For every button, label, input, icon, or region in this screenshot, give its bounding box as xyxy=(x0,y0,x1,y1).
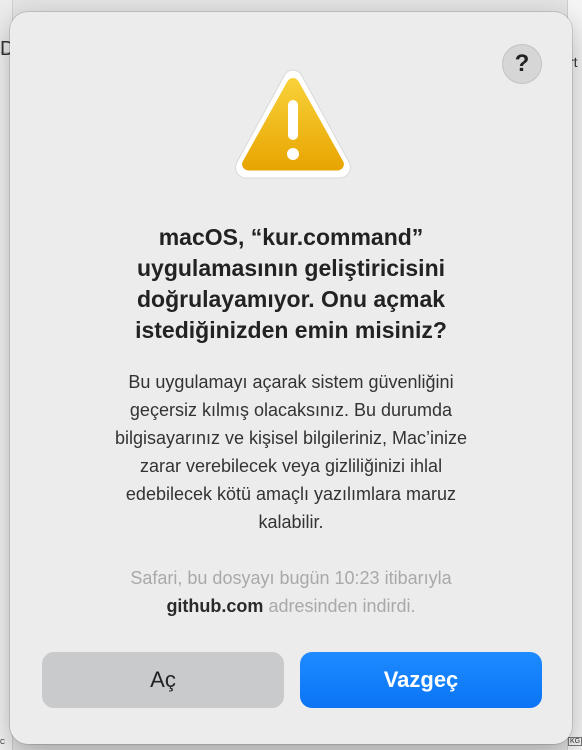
download-source-info: Safari, bu dosyayı bugün 10:23 itibarıyl… xyxy=(50,564,532,620)
dialog-message: Bu uygulamayı açarak sistem güvenliğini … xyxy=(50,368,532,536)
background-tag-right: KG xyxy=(568,737,582,746)
download-source-line: Safari, bu dosyayı bugün 10:23 itibarıyl… xyxy=(130,568,452,588)
warning-icon xyxy=(235,69,351,179)
dialog-message-line: kalabilir. xyxy=(258,512,324,532)
dialog-message-line: bilgisayarınız ve kişisel bilgileriniz, … xyxy=(114,428,468,448)
dialog-message-line: Bu uygulamayı açarak sistem güvenliğini xyxy=(128,372,454,392)
dialog-title-line: macOS, “kur.command” xyxy=(158,224,424,250)
dialog-title: macOS, “kur.command” uygulamasının geliş… xyxy=(50,222,532,346)
open-button[interactable]: Aç xyxy=(42,652,284,708)
dialog-message-line: zarar verebilecek veya gizliliğinizi ihl… xyxy=(139,456,443,476)
background-tag: C xyxy=(0,739,6,746)
download-domain: github.com xyxy=(166,596,264,616)
dialog-message-line: geçersiz kılmış olacaksınız. Bu durumda xyxy=(129,400,453,420)
download-source-line-2: github.com adresinden indirdi. xyxy=(50,592,532,620)
dialog-message-line: edebilecek kötü amaçlı yazılımlara maruz xyxy=(125,484,457,504)
dialog-title-line: uygulamasının geliştiricisini xyxy=(136,255,446,281)
download-source-suffix: adresinden indirdi. xyxy=(263,596,416,616)
cancel-button[interactable]: Vazgeç xyxy=(300,652,542,708)
help-button[interactable]: ? xyxy=(502,44,542,84)
security-alert-dialog: ? macOS, “kur.command” uygulamasının gel… xyxy=(10,12,572,744)
dialog-title-line: istediğinizden emin misiniz? xyxy=(135,317,447,343)
dialog-title-line: doğrulayamıyor. Onu açmak xyxy=(136,286,446,312)
